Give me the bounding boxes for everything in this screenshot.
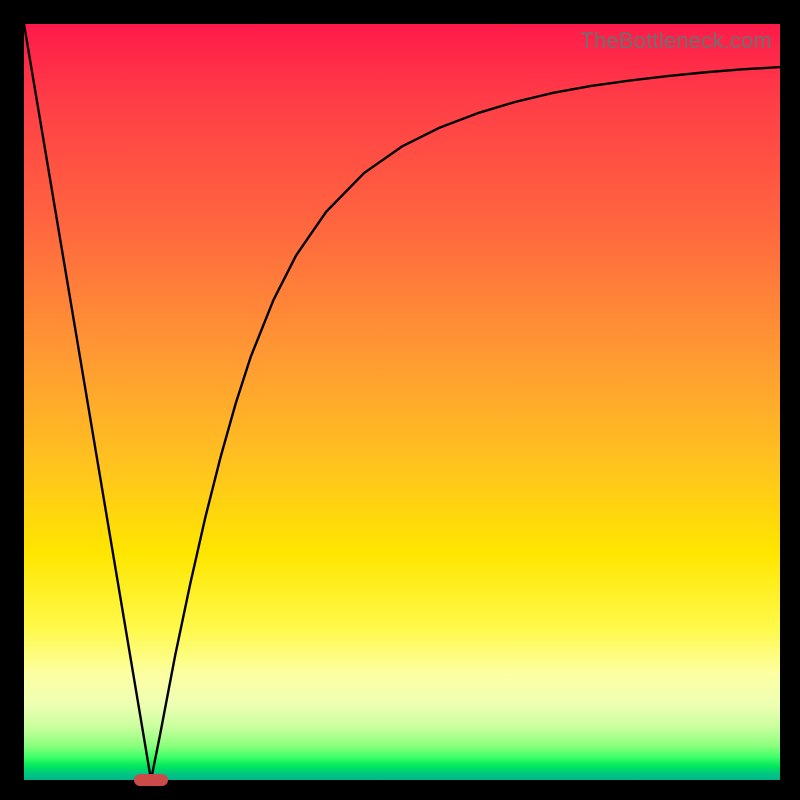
curve-path [24,24,780,780]
bottleneck-curve [24,24,780,780]
min-marker [134,774,168,786]
plot-area: TheBottleneck.com [24,24,780,780]
chart-container: TheBottleneck.com [0,0,800,800]
